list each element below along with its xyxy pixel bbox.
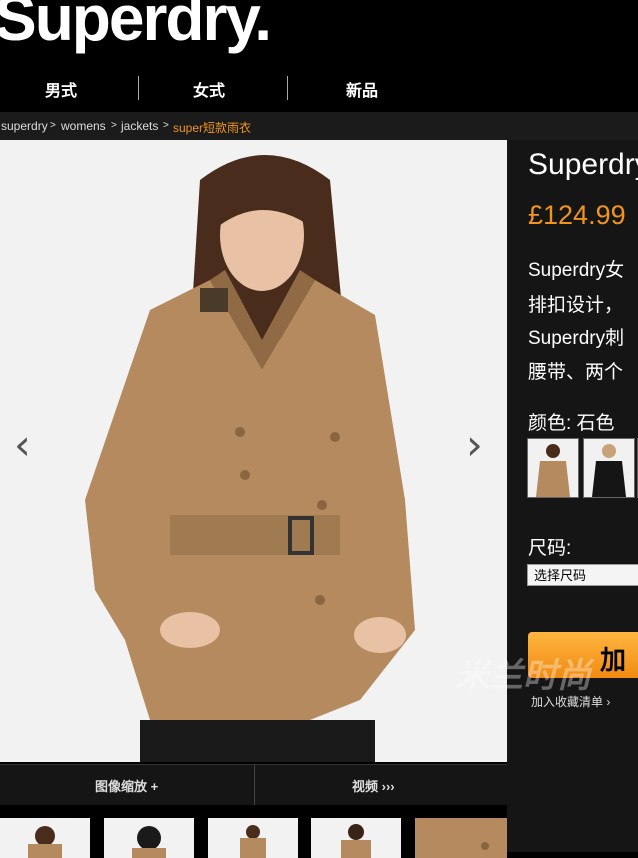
- nav-divider: [287, 76, 288, 100]
- nav-item-mens[interactable]: 男式: [45, 77, 77, 101]
- main-nav: 男式 女式 新品: [0, 62, 638, 112]
- color-label: 颜色: 石色: [528, 413, 615, 434]
- superdry-logo[interactable]: Superdry.: [0, 0, 272, 50]
- add-to-bag-label: 加: [600, 645, 627, 675]
- image-toolbar: 图像缩放 + 视频 ›››: [0, 764, 507, 805]
- nav-divider: [138, 76, 139, 100]
- add-to-wishlist-link[interactable]: 加入收藏清单 ›: [531, 693, 610, 710]
- breadcrumb-superdry[interactable]: superdry: [1, 119, 48, 133]
- site-header: Superdry.: [0, 0, 638, 62]
- color-swatch-black[interactable]: [583, 438, 635, 498]
- chevron-right-icon[interactable]: ›: [466, 420, 483, 469]
- product-image[interactable]: ‹ ›: [0, 140, 507, 762]
- size-label: 尺码:: [528, 538, 572, 559]
- breadcrumb-current: super短款雨衣: [173, 121, 252, 135]
- breadcrumb-separator: >: [163, 120, 169, 131]
- breadcrumb-separator: >: [111, 120, 117, 131]
- video-button[interactable]: 视频 ›››: [352, 776, 395, 795]
- thumbnail-5[interactable]: [415, 818, 507, 858]
- watermark: 米兰时尚: [455, 657, 591, 695]
- color-swatch-stone[interactable]: [527, 438, 579, 498]
- product-description-line: 腰带、两个: [528, 362, 624, 383]
- breadcrumb-separator: >: [50, 120, 56, 131]
- breadcrumb-womens[interactable]: womens: [61, 119, 106, 133]
- product-price: £124.99: [528, 200, 626, 230]
- thumbnail-3[interactable]: [208, 818, 298, 858]
- breadcrumb-jackets[interactable]: jackets: [121, 119, 158, 133]
- chevron-left-icon[interactable]: ‹: [14, 420, 31, 469]
- thumbnail-2[interactable]: [104, 818, 194, 858]
- nav-item-new[interactable]: 新品: [346, 77, 378, 101]
- breadcrumb: superdry > womens > jackets > super短款雨衣: [0, 112, 638, 140]
- size-select[interactable]: 选择尺码: [527, 564, 638, 586]
- nav-item-womens[interactable]: 女式: [193, 77, 225, 101]
- thumbnail-4[interactable]: [311, 818, 401, 858]
- thumbnail-1[interactable]: [0, 818, 90, 858]
- toolbar-divider: [254, 765, 255, 805]
- product-photo: [0, 140, 507, 762]
- product-description-line: 排扣设计，: [528, 295, 624, 316]
- product-description-line: Superdry女: [528, 260, 625, 281]
- product-description-line: Superdry刺: [528, 328, 625, 349]
- thumbnail-strip: [0, 806, 507, 858]
- zoom-button[interactable]: 图像缩放 +: [95, 776, 158, 795]
- product-title: Superdry: [528, 148, 638, 181]
